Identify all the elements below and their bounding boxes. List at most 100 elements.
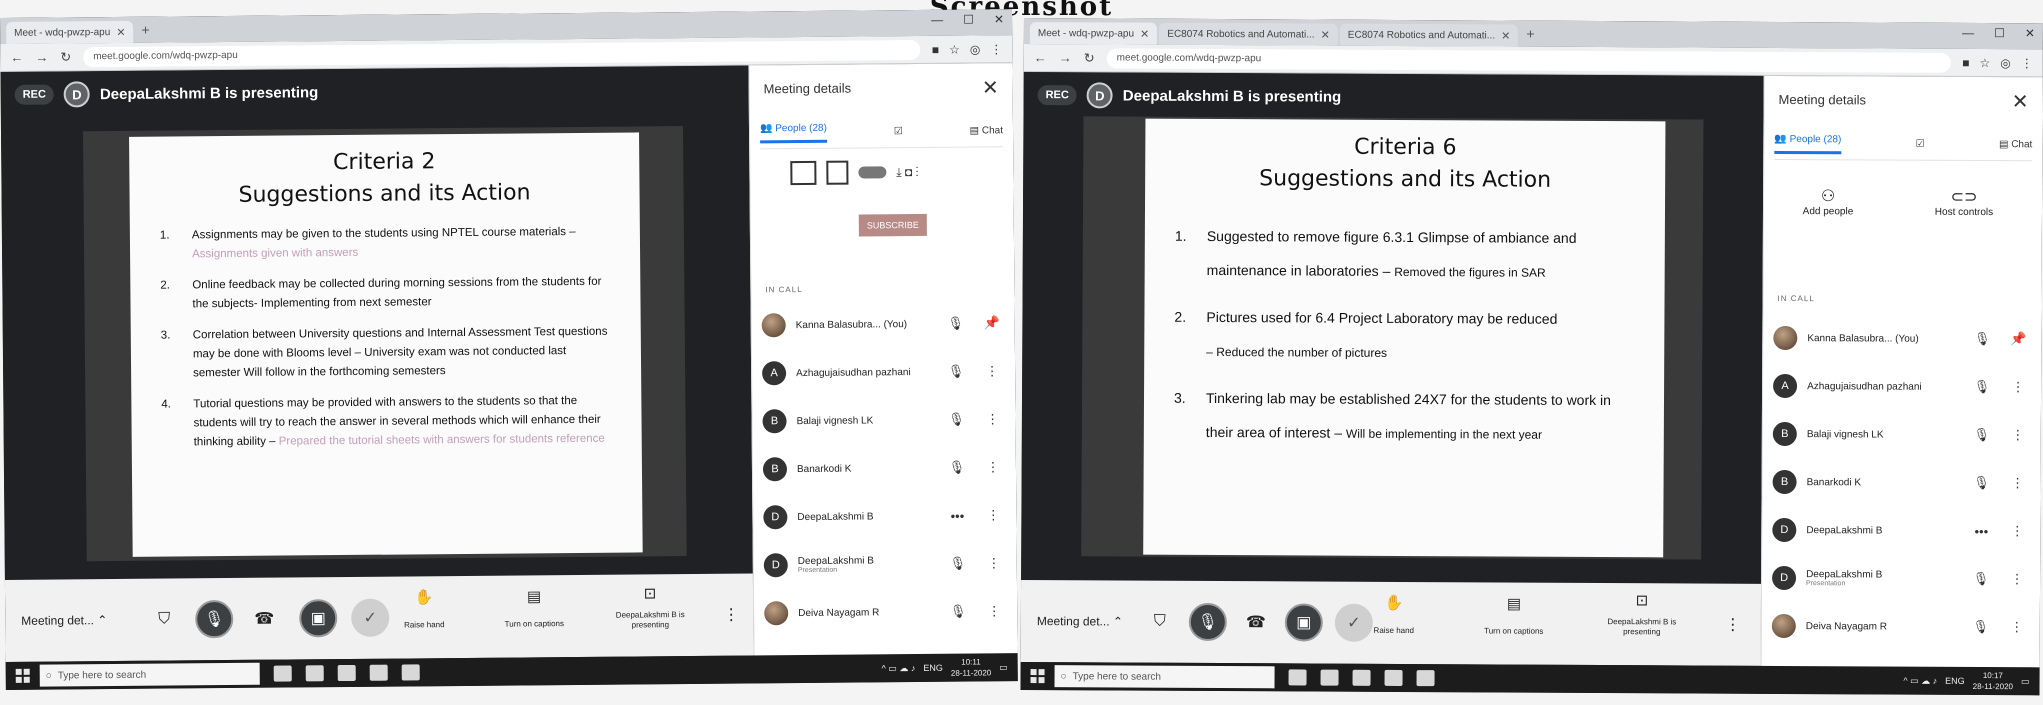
add-people-button[interactable]: ⚇ Add people: [1788, 186, 1868, 217]
participant-row[interactable]: B Banarkodi K 🎙 ⋮: [762, 447, 1006, 489]
host-controls-button[interactable]: ⊂⊃ Host controls: [1914, 187, 2014, 219]
app-icon[interactable]: [1416, 670, 1435, 687]
close-icon[interactable]: ✕: [1140, 27, 1149, 40]
minimize-icon[interactable]: —: [931, 13, 943, 27]
extension-icon[interactable]: ◎: [970, 42, 981, 56]
more-options-icon[interactable]: ⋮: [1725, 615, 1741, 635]
close-icon[interactable]: ✕: [1321, 28, 1330, 41]
new-tab-button[interactable]: +: [141, 22, 149, 38]
reload-icon[interactable]: ↻: [1084, 50, 1095, 66]
participant-row[interactable]: B Banarkodi K 🎙 ⋮: [1772, 462, 2030, 503]
pin-icon[interactable]: 📌: [979, 315, 1005, 331]
more-icon[interactable]: ⋮: [979, 363, 1005, 379]
close-window-icon[interactable]: ✕: [994, 12, 1004, 26]
more-icon[interactable]: ⋮: [981, 603, 1007, 619]
more-icon[interactable]: ⋮: [2004, 523, 2030, 539]
close-icon[interactable]: ✕: [2012, 89, 2029, 114]
taskview-icon[interactable]: [273, 665, 292, 682]
participant-row[interactable]: D DeepaLakshmi B Presentation 🎙 ⋮: [1772, 558, 2030, 599]
participant-row[interactable]: A Azhagujaisudhan pazhani 🎙 ⋮: [1773, 366, 2031, 407]
participant-row[interactable]: B Balaji vignesh LK 🎙 ⋮: [762, 399, 1005, 441]
taskbar-search-input[interactable]: ○ Type here to search: [1054, 665, 1275, 689]
subscribe-button[interactable]: SUBSCRIBE: [858, 213, 927, 237]
notification-icon[interactable]: ▭: [999, 662, 1008, 673]
windows-start-icon[interactable]: [1030, 669, 1045, 684]
cast-icon[interactable]: ■: [1962, 55, 1969, 69]
more-icon[interactable]: ⋮: [2005, 379, 2031, 395]
menu-icon[interactable]: ⋮: [990, 42, 1002, 56]
shield-icon[interactable]: ⛉: [145, 600, 183, 638]
participant-row[interactable]: B Balaji vignesh LK 🎙 ⋮: [1772, 414, 2031, 455]
captions-icon[interactable]: ▤: [489, 587, 579, 606]
close-icon[interactable]: ✕: [982, 75, 999, 100]
word-icon[interactable]: [1384, 669, 1403, 686]
mic-off-button[interactable]: 🎙: [1188, 602, 1227, 642]
reload-icon[interactable]: ↻: [60, 49, 71, 65]
forward-icon[interactable]: →: [35, 50, 48, 65]
maximize-icon[interactable]: ☐: [963, 13, 974, 27]
more-options-icon[interactable]: ⋮: [723, 605, 739, 625]
menu-icon[interactable]: ⋮: [2021, 56, 2033, 70]
more-icon[interactable]: ⋮: [2005, 427, 2031, 443]
presenting-icon[interactable]: ⊡: [1597, 591, 1687, 609]
new-tab-button[interactable]: +: [1526, 26, 1534, 42]
participant-row[interactable]: Kanna Balasubra... (You) 🎙 📌: [761, 303, 1005, 345]
participant-row[interactable]: Deiva Nayagam R 🎙 ⋮: [764, 591, 1007, 633]
hand-icon[interactable]: ✋: [1349, 594, 1439, 612]
participant-row[interactable]: D DeepaLakshmi B Presentation 🎙 ⋮: [763, 543, 1007, 585]
toggle-icon[interactable]: [858, 166, 887, 179]
hang-up-button[interactable]: ☎: [1237, 603, 1275, 641]
mic-off-button[interactable]: 🎙: [195, 599, 234, 639]
browser-tab[interactable]: Meet - wdq-pwzp-apu ✕: [6, 20, 134, 44]
pin-icon[interactable]: 📌: [2005, 331, 2031, 347]
captions-icon[interactable]: ▤: [1469, 594, 1559, 613]
taskview-icon[interactable]: [1288, 669, 1307, 686]
activities-icon[interactable]: ☑: [894, 126, 903, 137]
tray-icons[interactable]: ^ ▭ ☁ ♪: [1903, 675, 1937, 686]
tab-people[interactable]: 👥 People (28): [759, 122, 828, 143]
back-icon[interactable]: ←: [10, 50, 23, 65]
hand-icon[interactable]: ✋: [379, 588, 469, 607]
explorer-icon[interactable]: [305, 665, 324, 682]
language-indicator[interactable]: ENG: [1945, 676, 1965, 686]
chrome-icon[interactable]: [337, 664, 356, 682]
tab-chat[interactable]: ▤ Chat: [1999, 139, 2032, 150]
url-field[interactable]: meet.google.com/wdq-pwzp-apu: [1106, 47, 1951, 73]
star-icon[interactable]: ☆: [1979, 56, 1990, 70]
minimize-icon[interactable]: —: [1962, 26, 1974, 40]
chrome-icon[interactable]: [1352, 669, 1371, 686]
participant-row[interactable]: Deiva Nayagam R 🎙 ⋮: [1771, 606, 2030, 647]
clock[interactable]: 10:11 28-11-2020: [951, 656, 992, 678]
clock[interactable]: 10:17 28-11-2020: [1973, 670, 2013, 692]
participant-row[interactable]: D DeepaLakshmi B ••• ⋮: [1772, 510, 2030, 551]
extension-icon[interactable]: ◎: [2000, 56, 2011, 70]
maximize-icon[interactable]: ☐: [1994, 26, 2005, 40]
meeting-details-button[interactable]: Meeting det... ⌃: [1037, 614, 1123, 628]
browser-tab[interactable]: EC8074 Robotics and Automati... ✕: [1159, 22, 1338, 46]
shield-icon[interactable]: ⛉: [1141, 603, 1179, 641]
star-icon[interactable]: ☆: [949, 42, 960, 56]
tab-chat[interactable]: ▤ Chat: [970, 125, 1003, 136]
presenting-icon[interactable]: ⊡: [605, 584, 695, 603]
more-icon[interactable]: ⋮: [980, 507, 1006, 523]
camera-off-button[interactable]: ▣: [299, 599, 338, 638]
more-icon[interactable]: ⋮: [980, 459, 1006, 475]
language-indicator[interactable]: ENG: [923, 663, 943, 673]
more-icon[interactable]: ⋮: [2004, 619, 2030, 635]
close-icon[interactable]: ✕: [1501, 29, 1510, 42]
more-icon[interactable]: ⋮: [981, 555, 1007, 571]
download-icon[interactable]: ⤓ ◘ ⋮: [896, 164, 918, 179]
close-window-icon[interactable]: ✕: [2025, 26, 2035, 40]
browser-tab[interactable]: EC8074 Robotics and Automati... ✕: [1339, 23, 1519, 47]
camera-off-button[interactable]: ▣: [1284, 603, 1323, 642]
hang-up-button[interactable]: ☎: [245, 600, 283, 638]
browser-tab[interactable]: Meet - wdq-pwzp-apu ✕: [1029, 22, 1158, 45]
windows-start-icon[interactable]: [15, 668, 30, 683]
explorer-icon[interactable]: [1320, 669, 1339, 686]
activities-icon[interactable]: ☑: [1916, 139, 1925, 150]
cast-icon[interactable]: ■: [932, 42, 939, 56]
close-icon[interactable]: ✕: [116, 25, 125, 38]
participant-row[interactable]: D DeepaLakshmi B ••• ⋮: [763, 495, 1006, 537]
app-icon[interactable]: [401, 664, 420, 681]
more-icon[interactable]: ⋮: [2005, 475, 2031, 491]
